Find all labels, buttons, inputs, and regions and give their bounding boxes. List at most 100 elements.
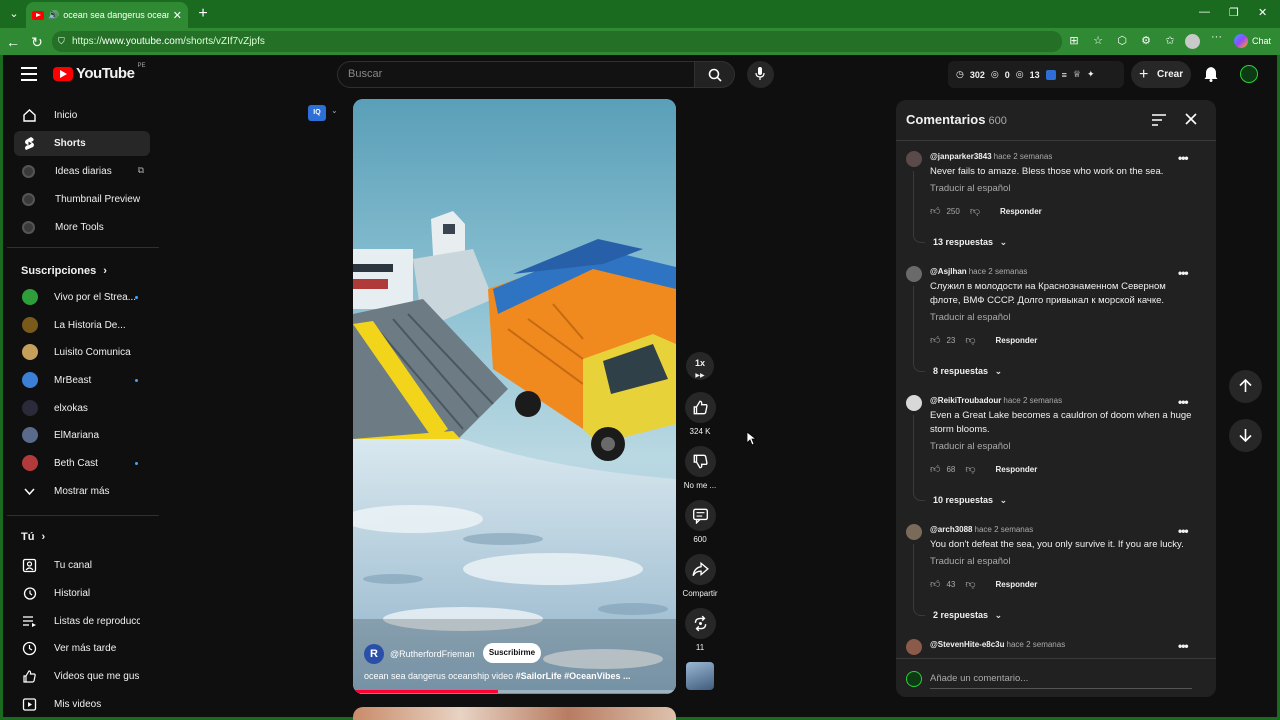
dislike-button[interactable]: No me ... bbox=[684, 446, 716, 490]
translate-link[interactable]: Traducir al español bbox=[930, 312, 1010, 323]
replies-toggle[interactable]: 13 respuestas ⌄ bbox=[933, 237, 1007, 248]
replies-toggle[interactable]: 8 respuestas ⌄ bbox=[933, 366, 1002, 377]
comment-time[interactable]: hace 2 semanas bbox=[1007, 640, 1066, 649]
subscribe-button[interactable]: Suscribirme bbox=[483, 643, 541, 663]
more-options-icon[interactable]: ••• bbox=[1178, 524, 1189, 538]
reply-button[interactable]: Responder bbox=[996, 580, 1038, 589]
copilot-chat-button[interactable]: Chat bbox=[1234, 34, 1271, 48]
thumbs-up-icon[interactable]: 👍︎ bbox=[930, 578, 940, 590]
thumbs-down-icon[interactable]: 👎︎ bbox=[965, 463, 975, 475]
translate-link[interactable]: Traducir al español bbox=[930, 441, 1010, 452]
comment-author[interactable]: @ReikiTroubadour bbox=[930, 396, 1001, 405]
comment-author[interactable]: @arch3088 bbox=[930, 525, 973, 534]
extension-stats-bar[interactable]: ◷ 302 ◎ 0 ◎ 13 ≡ ♕ ✦ bbox=[948, 61, 1124, 88]
tab-list-chevron-icon[interactable]: ⌄ bbox=[4, 4, 24, 24]
subscriptions-heading[interactable]: Suscripciones › bbox=[21, 265, 107, 277]
commenter-avatar[interactable] bbox=[906, 639, 922, 655]
add-comment-input[interactable]: Añade un comentario... bbox=[930, 673, 1192, 689]
voice-search-button[interactable] bbox=[747, 61, 774, 88]
minimize-icon[interactable]: — bbox=[1199, 6, 1210, 18]
more-options-icon[interactable]: ••• bbox=[1178, 151, 1189, 165]
filter-icon[interactable]: ≡ bbox=[1062, 70, 1067, 80]
maximize-icon[interactable]: ❐ bbox=[1229, 6, 1239, 19]
caption-hashtags[interactable]: #SailorLife #OceanVibes ... bbox=[516, 671, 631, 681]
sidebar-item-my-videos[interactable]: Mis videos bbox=[14, 692, 150, 717]
comment-time[interactable]: hace 2 semanas bbox=[994, 152, 1053, 161]
audio-icon[interactable]: 🔊 bbox=[48, 10, 59, 21]
thumbs-down-icon[interactable]: 👎︎ bbox=[970, 205, 980, 217]
reply-button[interactable]: Responder bbox=[996, 465, 1038, 474]
channel-name[interactable]: @RutherfordFrieman bbox=[390, 649, 475, 659]
url-field[interactable]: ⛉ https://www.youtube.com/shorts/vZIf7vZ… bbox=[52, 31, 1062, 52]
replies-toggle[interactable]: 2 respuestas ⌄ bbox=[933, 610, 1002, 621]
notifications-bell-icon[interactable] bbox=[1203, 66, 1219, 82]
back-arrow-icon[interactable]: ← bbox=[3, 32, 23, 52]
sidebar-sub-5[interactable]: ElMariana bbox=[14, 423, 150, 448]
translate-link[interactable]: Traducir al español bbox=[930, 556, 1010, 567]
comment-author[interactable]: @StevenHite-e8c3u bbox=[930, 640, 1005, 649]
create-button[interactable]: + Crear bbox=[1131, 61, 1191, 88]
favorite-star-icon[interactable]: ☆ bbox=[1090, 32, 1106, 50]
sort-icon[interactable] bbox=[1152, 114, 1166, 126]
user-avatar[interactable] bbox=[1240, 65, 1258, 83]
channel-avatar[interactable]: R bbox=[364, 644, 384, 664]
audio-thumbnail[interactable] bbox=[686, 662, 714, 690]
thumbs-up-icon[interactable]: 👍︎ bbox=[930, 205, 940, 217]
window-close-icon[interactable]: ✕ bbox=[1258, 6, 1267, 19]
browser-menu-icon[interactable]: ··· bbox=[1211, 31, 1222, 43]
sidebar-sub-1[interactable]: La Historia De... bbox=[14, 313, 150, 338]
extension-icon[interactable]: ⬡ bbox=[1114, 32, 1130, 50]
sidebar-sub-3[interactable]: MrBeast bbox=[14, 368, 150, 393]
comment-author[interactable]: @Asjlhan bbox=[930, 267, 967, 276]
sidebar-item-thumbnail-preview[interactable]: Thumbnail Preview bbox=[14, 187, 150, 212]
sidebar-item-history[interactable]: Historial bbox=[14, 581, 150, 606]
sidebar-item-playlists[interactable]: Listas de reproducc... bbox=[14, 609, 150, 634]
thumbs-down-icon[interactable]: 👎︎ bbox=[965, 578, 975, 590]
sidebar-sub-4[interactable]: elxokas bbox=[14, 396, 150, 421]
reply-button[interactable]: Responder bbox=[1000, 207, 1042, 216]
comment-time[interactable]: hace 2 semanas bbox=[975, 525, 1034, 534]
chevron-down-icon[interactable]: ⌄ bbox=[331, 106, 338, 115]
tab-close-icon[interactable]: ✕ bbox=[173, 9, 182, 22]
video-caption[interactable]: ocean sea dangerus oceanship video #Sail… bbox=[364, 671, 664, 681]
short-video-player[interactable]: R @RutherfordFrieman Suscribirme ocean s… bbox=[353, 99, 676, 694]
browser-tab[interactable]: 🔊 ocean sea dangerus oceanship ✕ bbox=[26, 2, 188, 28]
next-short-button[interactable] bbox=[1229, 419, 1262, 452]
sidebar-item-watch-later[interactable]: Ver más tarde bbox=[14, 636, 150, 661]
favorites-icon[interactable]: ✩ bbox=[1162, 32, 1178, 50]
iq-extension-badge[interactable]: IQ bbox=[308, 105, 326, 121]
trophy-icon[interactable]: ♕ bbox=[1073, 69, 1081, 80]
extensions-puzzle-icon[interactable]: ⚙ bbox=[1138, 32, 1154, 50]
search-input[interactable]: Buscar bbox=[337, 61, 695, 88]
translate-link[interactable]: Traducir al español bbox=[930, 183, 1010, 194]
playback-speed-button[interactable]: 1x ▶▶ bbox=[686, 352, 714, 380]
replies-toggle[interactable]: 10 respuestas ⌄ bbox=[933, 495, 1007, 506]
commenter-avatar[interactable] bbox=[906, 151, 922, 167]
sidebar-sub-0[interactable]: Vivo por el Strea... bbox=[14, 285, 150, 310]
iq-extension-icon[interactable] bbox=[1045, 69, 1056, 80]
sidebar-item-more-tools[interactable]: More Tools bbox=[14, 215, 150, 240]
previous-short-button[interactable] bbox=[1229, 370, 1262, 403]
thumbs-down-icon[interactable]: 👎︎ bbox=[965, 334, 975, 346]
more-options-icon[interactable]: ••• bbox=[1178, 639, 1189, 653]
commenter-avatar[interactable] bbox=[906, 524, 922, 540]
video-progress-bar[interactable] bbox=[353, 690, 676, 693]
new-tab-button[interactable]: + bbox=[193, 4, 213, 24]
sidebar-item-home[interactable]: Inicio bbox=[14, 103, 150, 128]
like-button[interactable]: 324 K bbox=[684, 392, 716, 436]
browser-profile-avatar[interactable] bbox=[1185, 34, 1200, 49]
show-more-button[interactable]: Mostrar más bbox=[14, 479, 150, 504]
commenter-avatar[interactable] bbox=[906, 266, 922, 282]
close-icon[interactable] bbox=[1185, 113, 1197, 125]
youtube-logo[interactable]: YouTube PE bbox=[53, 63, 145, 82]
menu-icon[interactable] bbox=[21, 67, 37, 81]
next-short-preview[interactable] bbox=[353, 707, 676, 720]
sidebar-item-shorts[interactable]: Shorts bbox=[14, 131, 150, 156]
more-options-icon[interactable]: ••• bbox=[1178, 266, 1189, 280]
reply-button[interactable]: Responder bbox=[996, 336, 1038, 345]
sidebar-sub-6[interactable]: Beth Cast bbox=[14, 451, 150, 476]
app-install-icon[interactable]: ⊞ bbox=[1066, 32, 1082, 50]
more-options-icon[interactable]: ••• bbox=[1178, 395, 1189, 409]
comment-time[interactable]: hace 2 semanas bbox=[969, 267, 1028, 276]
thumbs-up-icon[interactable]: 👍︎ bbox=[930, 463, 940, 475]
